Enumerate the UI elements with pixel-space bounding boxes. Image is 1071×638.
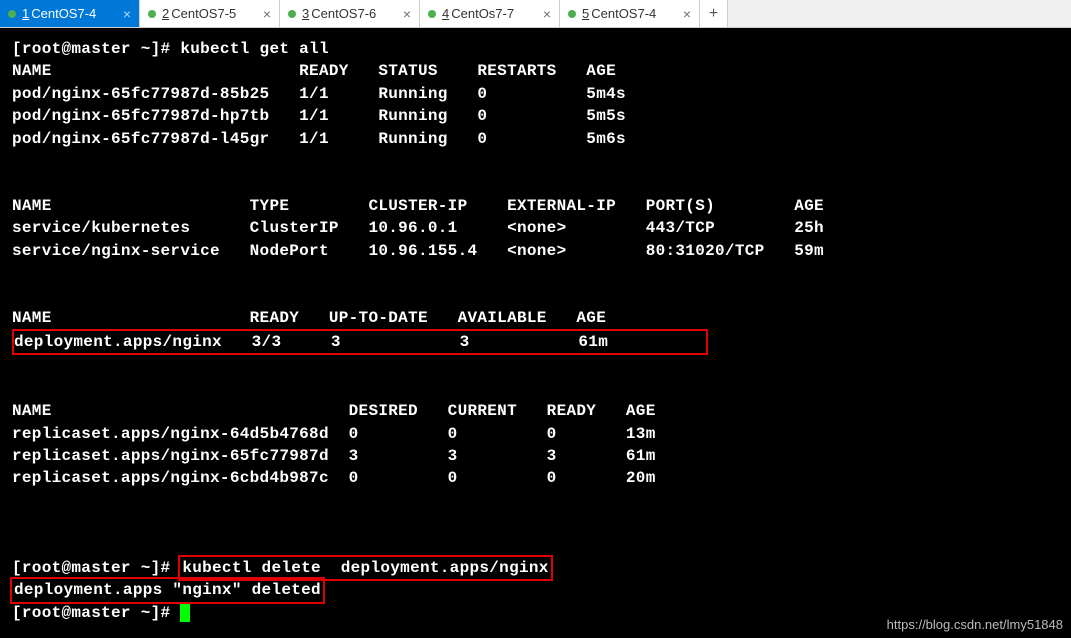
tab-label: CentOs7-7 (451, 6, 514, 21)
services-header: NAME TYPE CLUSTER-IP EXTERNAL-IP PORT(S)… (12, 197, 824, 215)
replicasets-header: NAME DESIRED CURRENT READY AGE (12, 402, 656, 420)
status-dot-icon (568, 10, 576, 18)
deployment-row-highlighted: deployment.apps/nginx 3/3 3 3 61m (12, 329, 708, 355)
watermark: https://blog.csdn.net/lmy51848 (887, 617, 1063, 632)
tab-centos7-6[interactable]: 3 CentOS7-6 × (280, 0, 420, 27)
status-dot-icon (428, 10, 436, 18)
close-icon[interactable]: × (675, 6, 691, 22)
tab-label: CentOS7-5 (171, 6, 236, 21)
deleted-message-highlighted: deployment.apps "nginx" deleted (10, 577, 325, 603)
pod-row: pod/nginx-65fc77987d-l45gr 1/1 Running 0… (12, 130, 626, 148)
prompt: [root@master ~]# (12, 559, 180, 577)
prompt: [root@master ~]# (12, 604, 180, 622)
pod-row: pod/nginx-65fc77987d-85b25 1/1 Running 0… (12, 85, 626, 103)
pods-header: NAME READY STATUS RESTARTS AGE (12, 62, 616, 80)
tab-centos7-5[interactable]: 2 CentOS7-5 × (140, 0, 280, 27)
tab-num: 3 (302, 6, 309, 21)
tab-centos7-4-5[interactable]: 5 CentOS7-4 × (560, 0, 700, 27)
prompt: [root@master ~]# (12, 40, 180, 58)
service-row: service/nginx-service NodePort 10.96.155… (12, 242, 824, 260)
command: kubectl get all (180, 40, 329, 58)
pod-row: pod/nginx-65fc77987d-hp7tb 1/1 Running 0… (12, 107, 626, 125)
tab-centos7-4-1[interactable]: 1 CentOS7-4 × (0, 0, 140, 27)
tab-label: CentOS7-4 (591, 6, 656, 21)
deployments-header: NAME READY UP-TO-DATE AVAILABLE AGE (12, 309, 606, 327)
replicaset-row: replicaset.apps/nginx-64d5b4768d 0 0 0 1… (12, 425, 656, 443)
status-dot-icon (148, 10, 156, 18)
close-icon[interactable]: × (255, 6, 271, 22)
tab-centos7-7[interactable]: 4 CentOs7-7 × (420, 0, 560, 27)
terminal-content: [root@master ~]# kubectl get all NAME RE… (12, 38, 1059, 624)
add-tab-button[interactable]: + (700, 0, 728, 27)
close-icon[interactable]: × (115, 6, 131, 22)
service-row: service/kubernetes ClusterIP 10.96.0.1 <… (12, 219, 824, 237)
terminal-output[interactable]: [root@master ~]# kubectl get all NAME RE… (0, 28, 1071, 634)
tab-bar: 1 CentOS7-4 × 2 CentOS7-5 × 3 CentOS7-6 … (0, 0, 1071, 28)
tab-label: CentOS7-6 (311, 6, 376, 21)
tab-label: CentOS7-4 (31, 6, 96, 21)
status-dot-icon (8, 10, 16, 18)
tab-num: 4 (442, 6, 449, 21)
tab-num: 5 (582, 6, 589, 21)
tab-num: 1 (22, 6, 29, 21)
replicaset-row: replicaset.apps/nginx-65fc77987d 3 3 3 6… (12, 447, 656, 465)
close-icon[interactable]: × (535, 6, 551, 22)
close-icon[interactable]: × (395, 6, 411, 22)
cursor-icon (180, 604, 190, 622)
tab-num: 2 (162, 6, 169, 21)
replicaset-row: replicaset.apps/nginx-6cbd4b987c 0 0 0 2… (12, 469, 656, 487)
status-dot-icon (288, 10, 296, 18)
